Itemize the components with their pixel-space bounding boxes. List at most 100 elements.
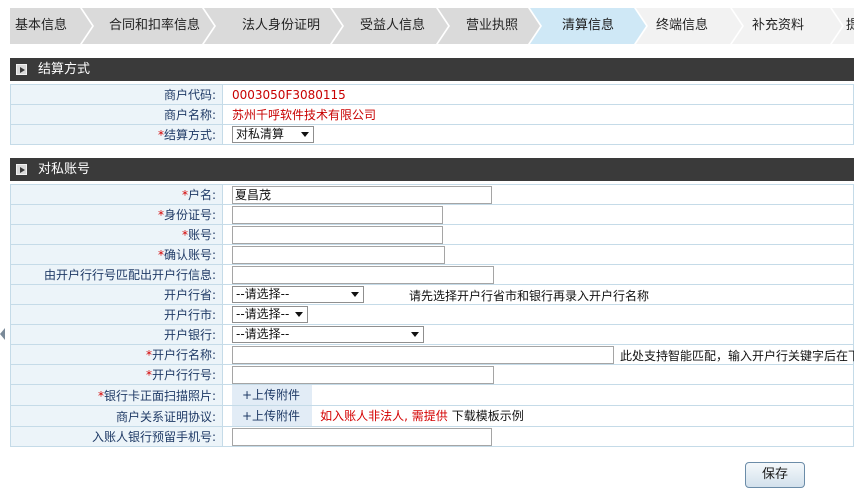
- settlement-method-selected: 对私清算: [236, 127, 285, 141]
- card-scan-cell: +上传附件: [222, 384, 854, 406]
- bank-province-hint: 请先选择开户行省市和银行再录入开户行名称: [409, 289, 650, 303]
- account-number-input[interactable]: [232, 225, 443, 244]
- bank-city-cell: --请选择--: [222, 304, 854, 325]
- dropdown-arrow-icon: [301, 132, 309, 137]
- id-number-cell: [222, 204, 854, 225]
- form-row: 开户行省: --请选择-- 请先选择开户行省市和银行再录入开户行名称: [10, 284, 854, 305]
- section-expand-icon: [16, 164, 27, 175]
- bank-match-input[interactable]: [232, 265, 494, 284]
- branch-name-cell: 此处支持智能匹配，输入开户行关键字后在下: [222, 344, 854, 365]
- form-row: *开户行名称: 此处支持智能匹配，输入开户行关键字后在下: [10, 344, 854, 365]
- form-row: 商户名称: 苏州千呼软件技术有限公司: [10, 104, 854, 125]
- private-account-form: *户名: *身份证号: *账号: *确认账号: 由开户行行号匹配出开户行信息: …: [10, 184, 854, 447]
- confirm-account-input[interactable]: [232, 245, 445, 264]
- bank-province-label: 开户行省:: [10, 284, 223, 305]
- reserved-phone-label-text: 入账人银行预留手机号:: [91, 430, 216, 444]
- merchant-code-label: 商户代码:: [10, 84, 223, 105]
- bank-match-label-text: 由开户行行号匹配出开户行信息:: [43, 268, 216, 282]
- form-row: *开户行行号:: [10, 364, 854, 385]
- merchant-code-value: 0003050F3080115: [232, 87, 346, 102]
- collapse-handle-icon[interactable]: [0, 328, 5, 340]
- confirm-account-label: *确认账号:: [10, 244, 223, 265]
- step-tab-submit[interactable]: 提: [846, 17, 854, 35]
- bank-province-label-text: 开户行省:: [163, 288, 216, 302]
- reserved-phone-label: 入账人银行预留手机号:: [10, 426, 223, 447]
- settlement-method-cell: 对私清算: [222, 124, 854, 145]
- relation-proof-label: 商户关系证明协议:: [10, 405, 223, 427]
- bank-province-cell: --请选择-- 请先选择开户行省市和银行再录入开户行名称: [222, 284, 854, 305]
- card-scan-label: *银行卡正面扫描照片:: [10, 384, 223, 406]
- branch-number-label: *开户行行号:: [10, 364, 223, 385]
- bank-city-selected: --请选择--: [236, 307, 290, 321]
- account-name-label: *户名:: [10, 184, 223, 205]
- step-tab-bar: 基本信息 合同和扣率信息 法人身份证明 受益人信息 营业执照 清算信息 终端信息…: [0, 0, 854, 44]
- account-name-input[interactable]: [232, 185, 492, 204]
- merchant-name-cell: 苏州千呼软件技术有限公司: [222, 104, 854, 125]
- account-name-label-text: 户名:: [187, 188, 216, 202]
- bank-city-label-text: 开户行市:: [163, 308, 216, 322]
- form-row: *身份证号:: [10, 204, 854, 225]
- download-template-link[interactable]: 下载模板示例: [452, 409, 524, 423]
- dropdown-arrow-icon: [351, 292, 359, 297]
- merchant-name-label: 商户名称:: [10, 104, 223, 125]
- bank-label-text: 开户银行:: [163, 328, 216, 342]
- form-row: *账号:: [10, 224, 854, 245]
- card-scan-label-text: 银行卡正面扫描照片:: [103, 388, 216, 403]
- confirm-account-label-text: 确认账号:: [163, 248, 216, 262]
- save-button[interactable]: 保存: [745, 462, 805, 488]
- form-row: 开户行市: --请选择--: [10, 304, 854, 325]
- settlement-section-title: 结算方式: [38, 62, 91, 77]
- id-number-input[interactable]: [232, 205, 443, 224]
- branch-number-cell: [222, 364, 854, 385]
- private-account-section-title: 对私账号: [38, 162, 91, 177]
- form-row: *结算方式: 对私清算: [10, 124, 854, 145]
- form-row: 开户银行: --请选择--: [10, 324, 854, 345]
- bank-label: 开户银行:: [10, 324, 223, 345]
- settlement-method-label: *结算方式:: [10, 124, 223, 145]
- account-number-label-text: 账号:: [187, 228, 216, 242]
- form-row: 入账人银行预留手机号:: [10, 426, 854, 447]
- private-account-section-header: 对私账号: [10, 158, 854, 181]
- step-tab-basic-info[interactable]: 基本信息: [15, 17, 67, 35]
- card-scan-upload-button[interactable]: +上传附件: [232, 385, 313, 405]
- merchant-name-label-text: 商户名称:: [163, 108, 216, 122]
- dropdown-arrow-icon: [295, 312, 303, 317]
- branch-number-label-text: 开户行行号:: [151, 368, 216, 382]
- id-number-label: *身份证号:: [10, 204, 223, 225]
- bank-city-select[interactable]: --请选择--: [232, 306, 308, 323]
- step-tab-contract-rate[interactable]: 合同和扣率信息: [109, 17, 200, 35]
- branch-name-input[interactable]: [232, 345, 614, 364]
- relation-proof-cell: +上传附件 如入账人非法人, 需提供 下载模板示例: [222, 405, 854, 427]
- step-tab-business-license[interactable]: 营业执照: [466, 17, 518, 35]
- relation-proof-note: 如入账人非法人, 需提供: [320, 408, 448, 423]
- merchant-name-value: 苏州千呼软件技术有限公司: [232, 108, 377, 122]
- account-name-cell: [222, 184, 854, 205]
- form-row: *户名:: [10, 184, 854, 205]
- bank-cell: --请选择--: [222, 324, 854, 345]
- step-tab-legal-id[interactable]: 法人身份证明: [242, 17, 320, 35]
- dropdown-arrow-icon: [411, 332, 419, 337]
- step-tab-supplement[interactable]: 补充资料: [752, 17, 804, 35]
- step-tab-terminal[interactable]: 终端信息: [656, 17, 708, 35]
- settlement-method-select[interactable]: 对私清算: [232, 126, 314, 143]
- section-expand-icon: [16, 64, 27, 75]
- settlement-section-header: 结算方式: [10, 58, 854, 81]
- form-row: 由开户行行号匹配出开户行信息:: [10, 264, 854, 285]
- form-row: *银行卡正面扫描照片: +上传附件: [10, 384, 854, 406]
- branch-number-input[interactable]: [232, 365, 494, 384]
- reserved-phone-input[interactable]: [232, 427, 492, 446]
- relation-proof-upload-button[interactable]: +上传附件: [232, 406, 313, 426]
- account-number-label: *账号:: [10, 224, 223, 245]
- settlement-method-label-text: 结算方式:: [163, 128, 216, 142]
- bank-selected: --请选择--: [236, 327, 290, 341]
- bank-city-label: 开户行市:: [10, 304, 223, 325]
- relation-proof-label-text: 商户关系证明协议:: [115, 409, 216, 424]
- step-tab-beneficiary[interactable]: 受益人信息: [360, 17, 425, 35]
- settlement-form: 商户代码: 0003050F3080115 商户名称: 苏州千呼软件技术有限公司…: [10, 84, 854, 145]
- bank-match-label: 由开户行行号匹配出开户行信息:: [10, 264, 223, 285]
- reserved-phone-cell: [222, 426, 854, 447]
- confirm-account-cell: [222, 244, 854, 265]
- bank-province-select[interactable]: --请选择--: [232, 286, 364, 303]
- step-tab-settlement[interactable]: 清算信息: [562, 17, 614, 35]
- bank-select[interactable]: --请选择--: [232, 326, 424, 343]
